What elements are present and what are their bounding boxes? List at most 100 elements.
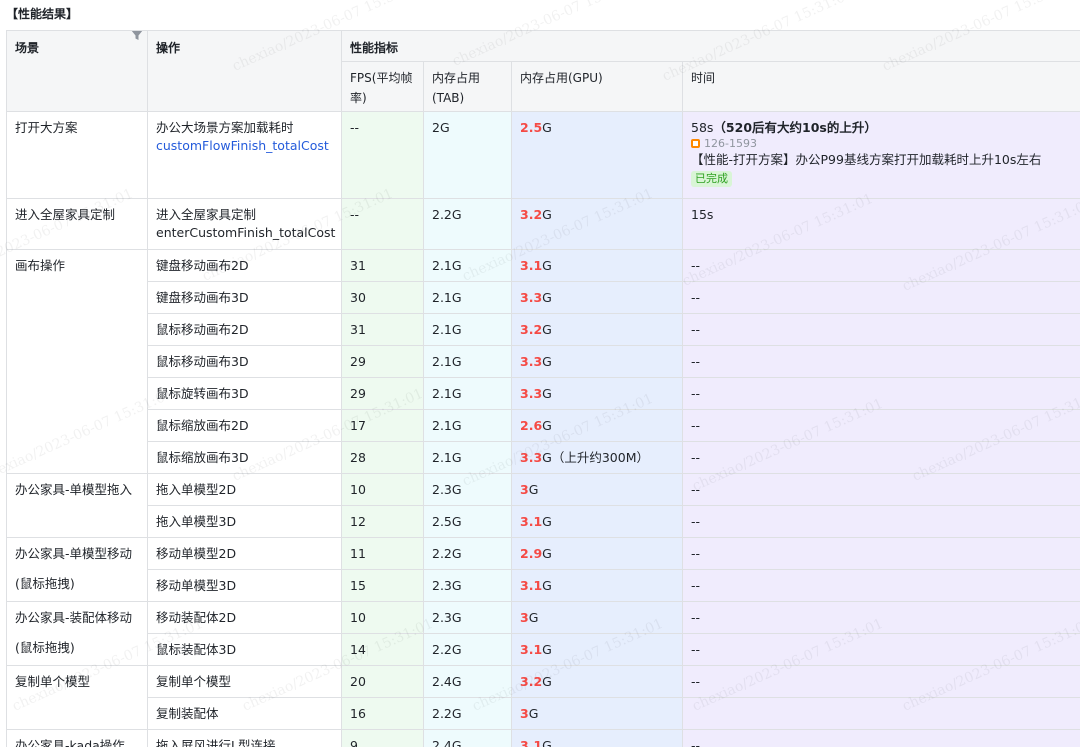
header-mem-tab-label: 内存占用(TAB) <box>432 71 481 105</box>
mem-tab-cell: 2.1G <box>423 345 512 378</box>
scene-cell: 办公家具-装配体移动 (鼠标拖拽) <box>6 601 148 666</box>
gpu-unit: G <box>542 674 552 689</box>
issue-title[interactable]: 【性能-打开方案】办公P99基线方案打开加载耗时上升10s左右 <box>691 151 1072 169</box>
table-row: 鼠标装配体3D 14 2.2G 3.1G -- <box>7 633 1080 666</box>
time-cell: -- <box>681 569 1080 602</box>
operation-label: 办公大场景方案加载耗时 <box>156 120 294 135</box>
scene-cell: 办公家具-单模型移动 (鼠标拖拽) <box>6 537 148 602</box>
mem-gpu-cell: 3.1G <box>511 569 683 602</box>
fps-cell: 16 <box>341 697 424 730</box>
time-cell: -- <box>681 409 1080 442</box>
operation-cell: 移动装配体2D <box>147 601 342 634</box>
issue-icon <box>691 139 700 148</box>
operation-cell: 拖入屏风进行L型连接 <box>147 729 342 747</box>
time-cell: -- <box>681 537 1080 570</box>
operation-cell: 拖入单模型2D <box>147 473 342 506</box>
table-row: 办公家具-单模型拖入 拖入单模型2D 10 2.3G 3G -- <box>6 473 1080 538</box>
table-row: 鼠标缩放画布2D 17 2.1G 2.6G -- <box>7 409 1080 442</box>
time-cell: -- <box>681 601 1080 634</box>
mem-gpu-cell: 3.2G <box>511 198 683 250</box>
scene-sublabel: (鼠标拖拽) <box>15 576 75 591</box>
gpu-unit: G <box>528 610 539 625</box>
table-row: 复制单个模型 复制单个模型 20 2.4G 3.2G -- <box>6 665 1080 730</box>
table-row: 办公家具-单模型移动 (鼠标拖拽) 移动单模型2D 11 2.2G 2.9G -… <box>6 537 1080 602</box>
gpu-unit: G <box>542 386 552 401</box>
mem-tab-cell: 2.3G <box>423 601 512 634</box>
fps-cell: 10 <box>341 601 424 634</box>
scene-cell: 复制单个模型 <box>6 665 148 730</box>
header-fps: FPS(平均帧率) <box>341 61 424 112</box>
header-mem-gpu-label: 内存占用(GPU) <box>520 71 603 85</box>
mem-gpu-cell: 3.2G <box>511 313 683 346</box>
filter-icon[interactable] <box>130 31 144 43</box>
mem-gpu-cell: 3.2G <box>511 665 683 698</box>
mem-gpu-cell: 3G <box>511 697 683 730</box>
gpu-unit: G <box>542 258 552 273</box>
gpu-value: 3.1 <box>520 578 543 593</box>
gpu-unit: G <box>542 120 552 135</box>
mem-tab-cell: 2.2G <box>423 697 512 730</box>
table-row: 键盘移动画布3D 30 2.1G 3.3G -- <box>7 281 1080 314</box>
table-row: 鼠标旋转画布3D 29 2.1G 3.3G -- <box>7 377 1080 410</box>
header-mem-gpu: 内存占用(GPU) <box>511 61 683 112</box>
time-cell: -- <box>681 473 1080 506</box>
gpu-value: 3.3 <box>520 290 543 305</box>
gpu-value: 2.9 <box>520 546 543 561</box>
time-cell: -- <box>681 441 1080 474</box>
metric-key-link[interactable]: customFlowFinish_totalCost <box>156 137 333 155</box>
fps-cell: -- <box>341 198 424 250</box>
header-metrics-group: 性能指标 <box>340 30 1080 62</box>
time-cell: -- <box>681 729 1080 747</box>
mem-tab-cell: 2.1G <box>423 409 512 442</box>
mem-tab-cell: 2.5G <box>423 505 512 538</box>
section-title: 【性能结果】 <box>6 7 79 21</box>
operation-cell: 移动单模型2D <box>147 537 342 570</box>
time-cell: -- <box>681 633 1080 666</box>
gpu-value: 3.2 <box>520 674 543 689</box>
mem-gpu-cell: 3.1G <box>511 729 683 747</box>
header-scene: 场景 <box>6 30 148 112</box>
scene-cell: 办公家具-kada操作 <box>6 729 148 747</box>
fps-cell: 14 <box>341 633 424 666</box>
mem-gpu-cell: 3.3G（上升约300M） <box>511 441 683 474</box>
operation-cell: 鼠标移动画布2D <box>147 313 342 346</box>
header-operation-label: 操作 <box>156 41 181 55</box>
mem-gpu-cell: 3G <box>511 473 683 506</box>
operation-cell: 复制装配体 <box>147 697 342 730</box>
mem-tab-cell: 2.2G <box>423 537 512 570</box>
mem-tab-cell: 2.1G <box>423 313 512 346</box>
performance-table: 场景 操作 性能指标 FPS(平均帧率) 内存占用(TAB) 内存占用(GPU)… <box>6 30 1080 747</box>
header-mem-tab: 内存占用(TAB) <box>423 61 512 112</box>
operation-cell: 进入全屋家具定制 enterCustomFinish_totalCost <box>147 198 342 250</box>
gpu-value: 3 <box>520 482 529 497</box>
mem-gpu-cell: 2.6G <box>511 409 683 442</box>
gpu-value: 3 <box>520 706 529 721</box>
operation-cell: 键盘移动画布2D <box>147 249 342 282</box>
fps-cell: 28 <box>341 441 424 474</box>
mem-tab-cell: 2G <box>423 111 512 199</box>
gpu-value: 3.1 <box>520 738 543 747</box>
gpu-value: 3.2 <box>520 207 543 222</box>
table-row: 打开大方案 办公大场景方案加载耗时 customFlowFinish_total… <box>6 111 1080 199</box>
mem-gpu-cell: 2.9G <box>511 537 683 570</box>
mem-tab-cell: 2.1G <box>423 281 512 314</box>
scene-label: 办公家具-装配体移动 <box>15 610 133 625</box>
gpu-unit: G <box>542 290 552 305</box>
fps-cell: 10 <box>341 473 424 506</box>
scene-label: 办公家具-单模型移动 <box>15 546 133 561</box>
operation-cell: 鼠标装配体3D <box>147 633 342 666</box>
time-cell: -- <box>681 345 1080 378</box>
mem-tab-cell: 2.2G <box>423 633 512 666</box>
time-cell: -- <box>681 505 1080 538</box>
table-row: 进入全屋家具定制 进入全屋家具定制 enterCustomFinish_tota… <box>6 198 1080 250</box>
table-row: 鼠标移动画布3D 29 2.1G 3.3G -- <box>7 345 1080 378</box>
scene-cell: 办公家具-单模型拖入 <box>6 473 148 538</box>
fps-cell: 29 <box>341 345 424 378</box>
table-row: 移动单模型3D 15 2.3G 3.1G -- <box>7 569 1080 602</box>
fps-cell: 20 <box>341 665 424 698</box>
gpu-value: 3.1 <box>520 642 543 657</box>
scene-cell: 画布操作 <box>6 249 148 474</box>
issue-ref[interactable]: 126-1593 <box>691 137 1072 151</box>
issue-id: 126-1593 <box>704 137 757 150</box>
time-value: 58s <box>691 120 714 135</box>
